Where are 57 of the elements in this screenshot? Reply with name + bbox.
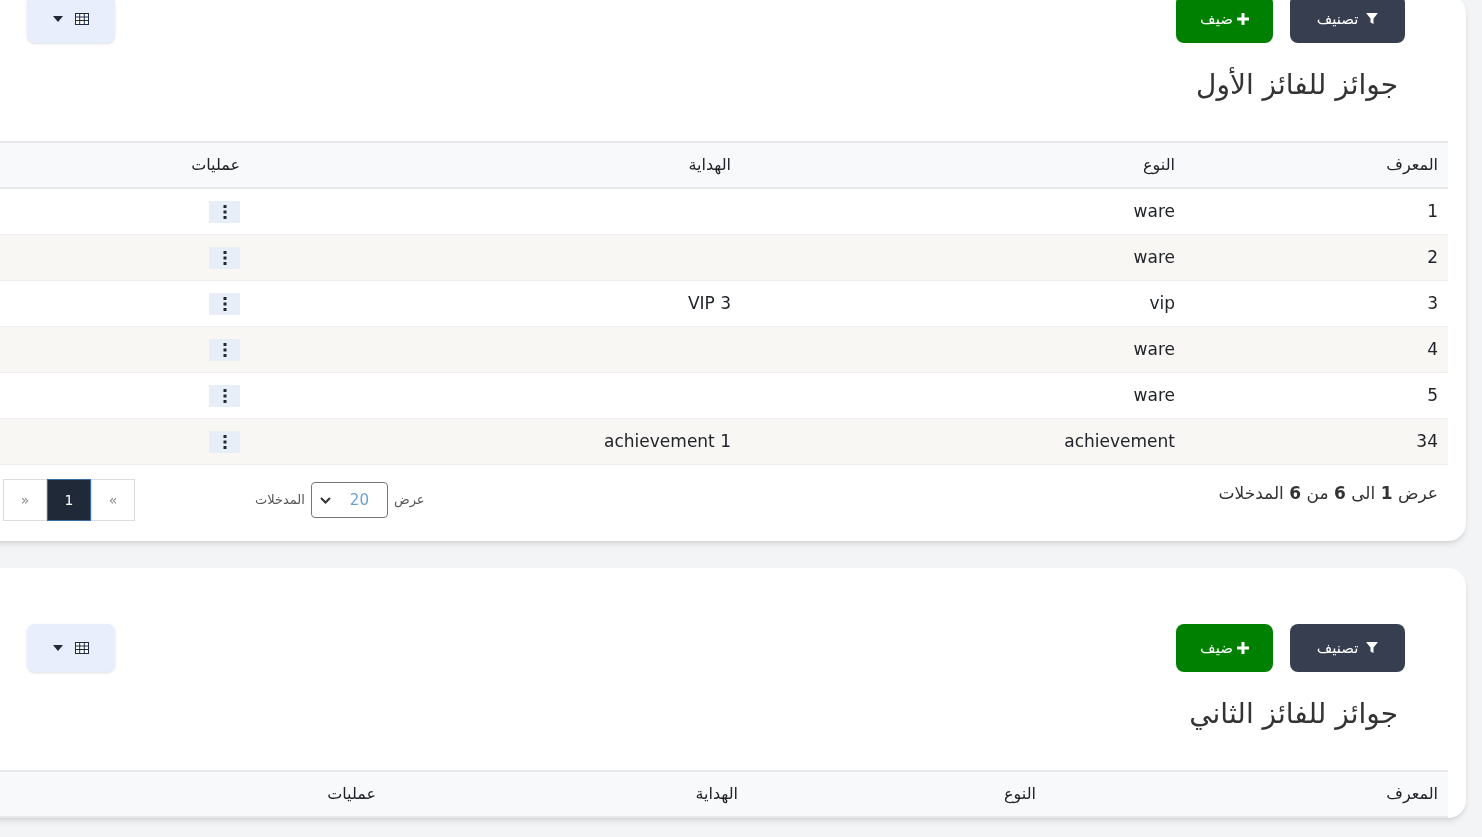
columns-view-button[interactable] [27,0,115,43]
table-cell: 4 [1427,338,1438,359]
pagination-button[interactable]: 1 [47,479,91,521]
filter-button[interactable]: تصنيف [1290,0,1405,43]
vertical-dots-icon [222,296,227,311]
table-cell: achievement 1 [604,430,731,451]
table-cell: 5 [1427,384,1438,405]
table-cell: ware [1133,246,1175,267]
plus-icon [1236,642,1249,654]
table-icon [75,642,89,654]
page-size-select[interactable]: 20 [310,482,388,518]
table-cell: 1 [1427,200,1438,221]
pagination-button[interactable]: » [91,479,135,521]
show-label: عرض [393,491,425,510]
section-title: جوائز للفائز الثاني [1188,696,1398,732]
table-cell: ware [1133,338,1175,359]
row-actions-button[interactable] [209,246,240,269]
plus-icon [1236,13,1249,25]
columns-view-button[interactable] [27,624,115,672]
table-cell: 3 [1427,292,1438,313]
table-cell: 34 [1416,430,1438,451]
column-header: النوع [1004,784,1036,803]
column-header: المعرف [1386,784,1438,803]
caret-down-icon [53,16,63,22]
pagination-button[interactable]: « [3,479,47,521]
caret-down-icon [53,645,63,651]
vertical-dots-icon [222,434,227,449]
entries-label: المدخلات [255,491,305,510]
row-actions-button[interactable] [209,338,240,361]
table-cell: achievement [1064,430,1175,451]
column-header: الهداية [688,155,731,174]
section-title: جوائز للفائز الأول [1195,66,1398,103]
table-icon [75,13,89,25]
chevron-down-icon [319,496,331,504]
filter-icon [1366,13,1379,25]
table-cell: ware [1133,200,1175,221]
column-header: المعرف [1386,155,1438,174]
filter-button[interactable]: تصنيف [1290,624,1405,672]
column-header: عمليات [191,155,240,174]
row-actions-button[interactable] [209,200,240,223]
filter-icon [1366,642,1379,654]
vertical-dots-icon [222,342,227,357]
add-button[interactable]: ضيف [1176,0,1273,43]
row-actions-button[interactable] [209,384,240,407]
add-button[interactable]: ضيف [1176,624,1273,672]
table-cell: VIP 3 [687,292,731,313]
column-header: النوع [1143,155,1175,174]
table-cell: ware [1133,384,1175,405]
vertical-dots-icon [222,204,227,219]
table-cell: 2 [1427,246,1438,267]
table-cell: vip [1149,292,1175,313]
column-header: الهداية [695,784,738,803]
column-header: عمليات [327,784,376,803]
vertical-dots-icon [222,250,227,265]
row-actions-button[interactable] [209,430,240,453]
row-actions-button[interactable] [209,292,240,315]
vertical-dots-icon [222,388,227,403]
